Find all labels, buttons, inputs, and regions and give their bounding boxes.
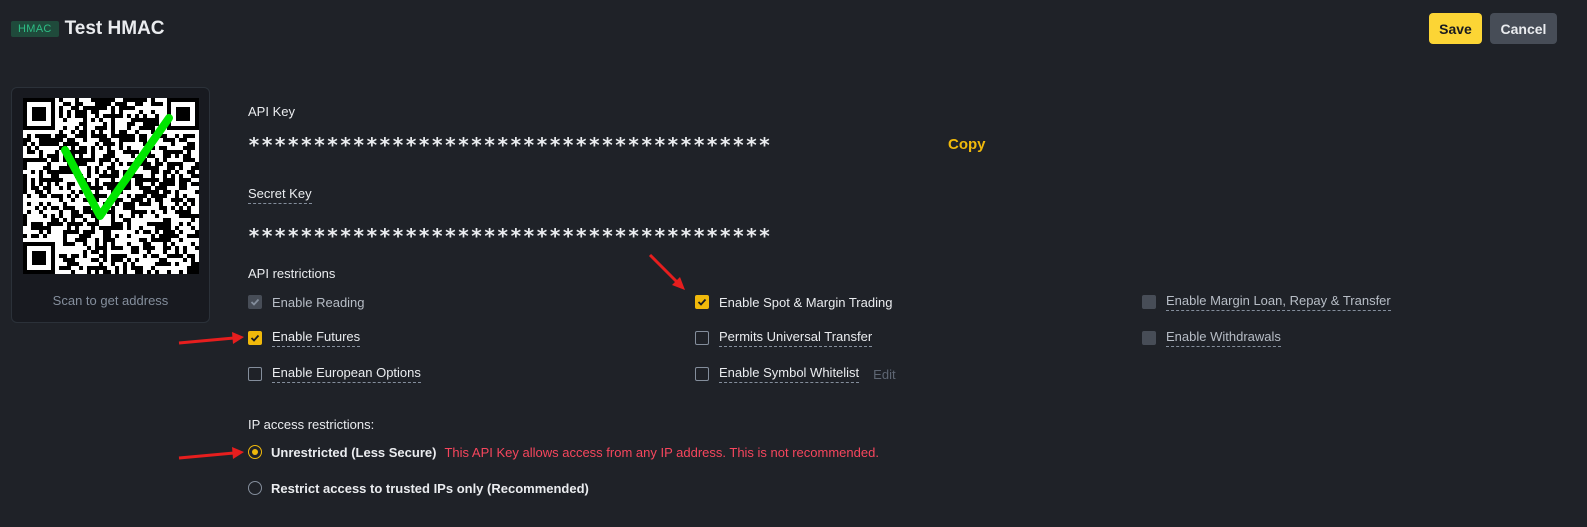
page-header: HMAC Test HMAC — [11, 14, 165, 44]
api-restrictions-title: API restrictions — [248, 266, 336, 281]
option-label: Permits Universal Transfer — [719, 329, 873, 347]
radio-option-restricted[interactable]: Restrict access to trusted IPs only (Rec… — [248, 478, 589, 498]
option-enable-margin-loan: Enable Margin Loan, Repay & Transfer — [1142, 292, 1391, 312]
option-enable-symbol-whitelist[interactable]: Enable Symbol Whitelist Edit — [695, 364, 896, 384]
copy-button[interactable]: Copy — [948, 136, 986, 153]
radio-unrestricted[interactable] — [248, 445, 262, 459]
option-label: Enable Reading — [272, 294, 365, 310]
hmac-badge: HMAC — [11, 21, 59, 37]
radio-restricted[interactable] — [248, 481, 262, 495]
page-title: Test HMAC — [64, 18, 165, 39]
save-button[interactable]: Save — [1429, 13, 1482, 44]
cancel-button[interactable]: Cancel — [1490, 13, 1557, 44]
radio-label: Restrict access to trusted IPs only (Rec… — [271, 480, 589, 496]
annotation-arrow-icon — [178, 332, 244, 345]
api-key-value: **************************************** — [248, 133, 772, 157]
option-enable-withdrawals: Enable Withdrawals — [1142, 328, 1281, 348]
checkbox-enable-symbol-whitelist[interactable] — [695, 367, 709, 381]
api-key-label: API Key — [248, 104, 295, 119]
qr-code — [23, 98, 199, 274]
option-enable-futures[interactable]: Enable Futures — [248, 328, 361, 348]
option-label: Enable Spot & Margin Trading — [719, 294, 893, 310]
qr-caption: Scan to get address — [52, 293, 169, 308]
option-label: Enable European Options — [272, 365, 421, 383]
annotation-arrow-icon — [648, 253, 685, 290]
qr-card: Scan to get address — [11, 87, 210, 323]
option-enable-reading: Enable Reading — [248, 292, 365, 312]
option-label: Enable Symbol Whitelist — [719, 365, 860, 383]
checkbox-enable-spot-margin[interactable] — [695, 295, 709, 309]
checkbox-enable-margin-loan — [1142, 295, 1156, 309]
checkbox-permits-universal-transfer[interactable] — [695, 331, 709, 345]
option-label: Enable Futures — [272, 329, 361, 347]
option-enable-european-options[interactable]: Enable European Options — [248, 364, 421, 384]
radio-option-unrestricted[interactable]: Unrestricted (Less Secure) This API Key … — [248, 442, 879, 462]
checkbox-enable-futures[interactable] — [248, 331, 262, 345]
secret-key-value: **************************************** — [248, 224, 772, 248]
checkbox-enable-withdrawals — [1142, 331, 1156, 345]
checkbox-enable-reading — [248, 295, 262, 309]
ip-restrictions-title: IP access restrictions: — [248, 417, 375, 432]
secret-key-label: Secret Key — [248, 186, 312, 204]
option-enable-spot-margin[interactable]: Enable Spot & Margin Trading — [695, 292, 892, 312]
edit-whitelist-link[interactable]: Edit — [873, 367, 895, 382]
radio-label: Unrestricted (Less Secure) — [271, 444, 437, 460]
checkbox-enable-european-options[interactable] — [248, 367, 262, 381]
ip-warning-text: This API Key allows access from any IP a… — [444, 444, 879, 460]
option-permits-universal-transfer[interactable]: Permits Universal Transfer — [695, 328, 873, 348]
option-label: Enable Margin Loan, Repay & Transfer — [1166, 293, 1391, 311]
option-label: Enable Withdrawals — [1166, 329, 1281, 347]
annotation-arrow-icon — [178, 447, 244, 460]
